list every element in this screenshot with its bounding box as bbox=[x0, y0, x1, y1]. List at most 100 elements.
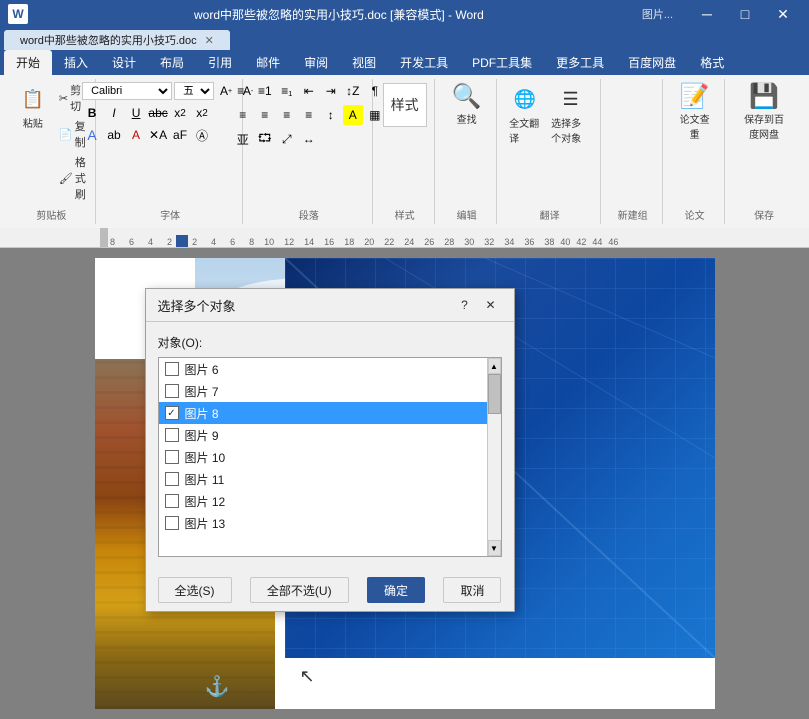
list-item-checkbox[interactable] bbox=[165, 428, 179, 442]
dialog-help-button[interactable]: ? bbox=[454, 295, 476, 315]
tab-baidu[interactable]: 百度网盘 bbox=[616, 50, 688, 75]
list-item[interactable]: 图片 12 bbox=[159, 490, 487, 512]
tab-mail[interactable]: 邮件 bbox=[244, 50, 292, 75]
word-logo: W bbox=[8, 4, 28, 24]
distribute-button[interactable]: ↔ bbox=[299, 129, 319, 149]
scroll-down-button[interactable]: ▼ bbox=[488, 540, 501, 556]
styles-gallery-button[interactable]: 样式 bbox=[379, 81, 431, 129]
clear-format-button[interactable]: ✕A bbox=[148, 125, 168, 145]
scroll-up-button[interactable]: ▲ bbox=[488, 358, 501, 374]
sort-button[interactable]: ↕Z bbox=[343, 81, 363, 101]
strikethrough-button[interactable]: abc bbox=[148, 103, 168, 123]
list-item[interactable]: 图片 7 bbox=[159, 380, 487, 402]
tab-close[interactable]: ✕ bbox=[205, 34, 214, 47]
tab-insert[interactable]: 插入 bbox=[52, 50, 100, 75]
translate-icon: 🌐 bbox=[509, 83, 541, 115]
ruler-indent[interactable] bbox=[176, 235, 188, 247]
list-item-label: 图片 11 bbox=[185, 471, 225, 488]
find-button[interactable]: 🔍 查找 bbox=[445, 81, 489, 130]
text-highlight-button[interactable]: ab bbox=[104, 125, 124, 145]
bullets-button[interactable]: ≡· bbox=[233, 81, 253, 101]
list-item-label: 图片 9 bbox=[185, 427, 219, 444]
align-center-button[interactable]: ≡ bbox=[255, 105, 275, 125]
save-label: 保存 bbox=[754, 203, 774, 222]
select-all-button[interactable]: 全选(S) bbox=[158, 577, 232, 603]
text-effect-button[interactable]: A bbox=[82, 125, 102, 145]
underline-button[interactable]: U bbox=[126, 103, 146, 123]
list-item-checkbox[interactable] bbox=[165, 406, 179, 420]
ruler-left-margin bbox=[100, 228, 108, 247]
tab-view[interactable]: 视图 bbox=[340, 50, 388, 75]
list-item-checkbox[interactable] bbox=[165, 362, 179, 376]
bold-button[interactable]: B bbox=[82, 103, 102, 123]
justify-button[interactable]: ≡ bbox=[299, 105, 319, 125]
phonetic-button[interactable]: aF bbox=[170, 125, 190, 145]
cancel-button[interactable]: 取消 bbox=[443, 577, 501, 603]
scroll-track bbox=[488, 374, 501, 540]
document-tab[interactable]: word中那些被忽略的实用小技巧.doc ✕ bbox=[4, 30, 230, 50]
text-direction-button[interactable]: ⮔ bbox=[255, 129, 275, 149]
new-group-label: 新建组 bbox=[618, 203, 648, 222]
align-right-button[interactable]: ≡ bbox=[277, 105, 297, 125]
save-baidu-button[interactable]: 💾 保存到百度网盘 bbox=[733, 81, 795, 145]
align-left-button[interactable]: ≡ bbox=[233, 105, 253, 125]
line-spacing-button[interactable]: ↕ bbox=[321, 105, 341, 125]
save-icon: 💾 bbox=[749, 85, 779, 109]
tab-home[interactable]: 开始 bbox=[4, 50, 52, 75]
list-item[interactable]: 图片 13 bbox=[159, 512, 487, 534]
font-name-select[interactable]: Calibri bbox=[82, 82, 172, 100]
group-font: Calibri 五号 A+ A- B I U abc x2 x2 A ab A bbox=[98, 79, 244, 224]
full-translate-button[interactable]: 🌐 全文翻译 bbox=[505, 81, 545, 147]
list-item[interactable]: 图片 6 bbox=[159, 358, 487, 380]
shading-button[interactable]: A bbox=[343, 105, 363, 125]
paste-button[interactable]: 📋 粘贴 bbox=[13, 81, 53, 132]
maximize-button[interactable]: □ bbox=[727, 0, 763, 28]
decrease-indent-button[interactable]: ⇤ bbox=[299, 81, 319, 101]
font-color-button[interactable]: A bbox=[126, 125, 146, 145]
list-item-label: 图片 13 bbox=[185, 515, 226, 532]
tab-format[interactable]: 格式 bbox=[688, 50, 736, 75]
font-label: 字体 bbox=[160, 203, 180, 222]
list-item[interactable]: 图片 9 bbox=[159, 424, 487, 446]
list-item-checkbox[interactable] bbox=[165, 516, 179, 530]
ok-button[interactable]: 确定 bbox=[367, 577, 425, 603]
document-page: ⚓ 选择多个对象 ? ✕ 对象(O): bbox=[95, 258, 715, 709]
paper-check-button[interactable]: 📝 论文查重 bbox=[671, 81, 718, 145]
tab-references[interactable]: 引用 bbox=[196, 50, 244, 75]
dialog-body: 对象(O): 图片 6图片 7 图片 8 图片 9 图片 10 图片 11 图片 12 图片… bbox=[146, 322, 514, 569]
minimize-button[interactable]: ─ bbox=[689, 0, 725, 28]
list-item[interactable]: 图片 8 bbox=[159, 402, 487, 424]
dialog-close-button[interactable]: ✕ bbox=[480, 295, 502, 315]
object-list-label: 对象(O): bbox=[158, 334, 502, 351]
list-item-checkbox[interactable] bbox=[165, 472, 179, 486]
deselect-all-button[interactable]: 全部不选(U) bbox=[250, 577, 349, 603]
italic-button[interactable]: I bbox=[104, 103, 124, 123]
superscript-button[interactable]: x2 bbox=[192, 103, 212, 123]
tab-design[interactable]: 设计 bbox=[100, 50, 148, 75]
font-size-select[interactable]: 五号 bbox=[174, 82, 214, 100]
select-objects-button[interactable]: ☰ 选择多个对象 bbox=[547, 81, 594, 147]
list-item-checkbox[interactable] bbox=[165, 450, 179, 464]
tab-layout[interactable]: 布局 bbox=[148, 50, 196, 75]
scroll-thumb[interactable] bbox=[488, 374, 501, 414]
multilevel-button[interactable]: ≡₁ bbox=[277, 81, 297, 101]
tab-review[interactable]: 审阅 bbox=[292, 50, 340, 75]
numbering-button[interactable]: ≡1 bbox=[255, 81, 275, 101]
title-bar: W word中那些被忽略的实用小技巧.doc [兼容模式] - Word 图片.… bbox=[0, 0, 809, 28]
list-item-checkbox[interactable] bbox=[165, 384, 179, 398]
close-button[interactable]: ✕ bbox=[765, 0, 801, 28]
list-item[interactable]: 图片 11 bbox=[159, 468, 487, 490]
enclosed-button[interactable]: Ⓐ bbox=[192, 125, 212, 145]
list-item-label: 图片 8 bbox=[185, 405, 219, 422]
list-item-checkbox[interactable] bbox=[165, 494, 179, 508]
chinese-layout-button[interactable]: 亚 bbox=[233, 129, 253, 149]
list-scrollbar[interactable]: ▲ ▼ bbox=[487, 358, 501, 556]
tab-more[interactable]: 更多工具 bbox=[544, 50, 616, 75]
tab-developer[interactable]: 开发工具 bbox=[388, 50, 460, 75]
tab-pdf[interactable]: PDF工具集 bbox=[460, 50, 544, 75]
increase-indent-button[interactable]: ⇥ bbox=[321, 81, 341, 101]
subscript-button[interactable]: x2 bbox=[170, 103, 190, 123]
list-item[interactable]: 图片 10 bbox=[159, 446, 487, 468]
window-controls: ─ □ ✕ bbox=[689, 0, 801, 28]
text-wrap-button[interactable]: ⤢ bbox=[277, 129, 297, 149]
